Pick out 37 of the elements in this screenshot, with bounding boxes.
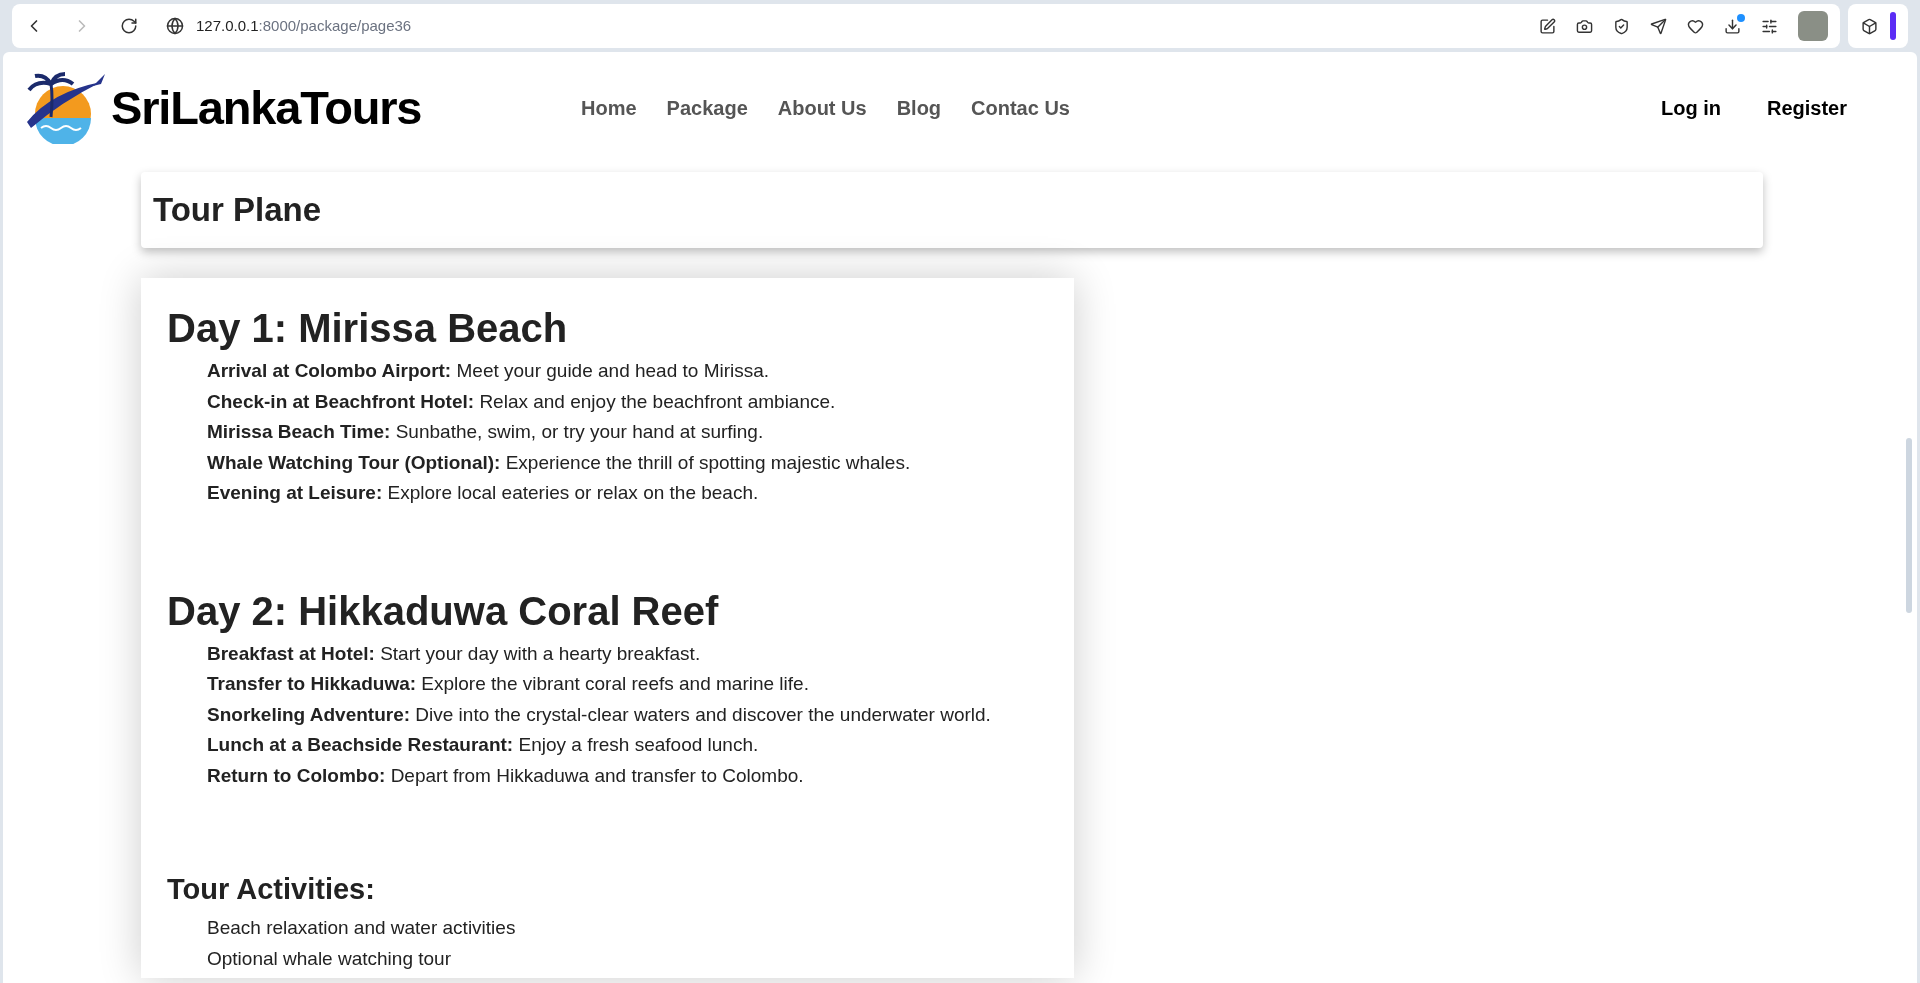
day-heading: Day 1: Mirissa Beach (167, 305, 569, 352)
auth-link[interactable]: Register (1766, 93, 1847, 123)
nav-link[interactable]: Blog (896, 93, 942, 123)
day-heading: Day 2: Hikkaduwa Coral Reef (167, 587, 720, 635)
shield-icon[interactable] (1613, 17, 1630, 35)
list-item: Snorkeling Adventure: Dive into the crystal-clear waters and discover the underwater world. (207, 702, 992, 727)
nav-link[interactable]: Package (666, 93, 748, 123)
list-item: Evening at Leisure: Explore local eateries or relax on the beach. (207, 481, 760, 505)
auth-link[interactable]: Log in (1661, 93, 1721, 123)
site-info-icon[interactable] (166, 17, 184, 35)
list-item: Arrival at Colombo Airport: Meet your guide and head to Mirissa. (207, 359, 771, 383)
list-item: Return to Colombo: Depart from Hikkaduwa and transfer to Colombo. (207, 763, 805, 788)
send-icon[interactable] (1650, 17, 1667, 35)
sliders-icon[interactable] (1761, 17, 1778, 35)
edit-icon[interactable] (1539, 17, 1556, 35)
camera-icon[interactable] (1576, 17, 1593, 35)
list-item: Lunch at a Beachside Restaurant: Enjoy a fresh seafood lunch. (207, 733, 760, 757)
address-bar[interactable]: 127.0.0.1:8000/package/page36 (196, 14, 412, 38)
scrollbar-thumb[interactable] (1906, 438, 1912, 613)
site-logo-text[interactable]: SriLankaTours (111, 72, 422, 144)
sidebar-handle[interactable] (1889, 12, 1896, 40)
list-item: Whale Watching Tour (Optional): Experience the thrill of spotting majestic whales. (207, 450, 912, 475)
nav-link[interactable]: Contac Us (971, 93, 1070, 123)
reload-icon[interactable] (120, 17, 138, 35)
section-heading: Tour Activities: (167, 872, 376, 907)
cube-icon[interactable] (1860, 17, 1878, 35)
nav-link[interactable]: Home (581, 93, 637, 123)
list-item: Breakfast at Hotel: Start your day with a hearty breakfast. (207, 641, 702, 666)
page-title: Tour Plane (153, 190, 322, 231)
heart-icon[interactable] (1687, 17, 1704, 35)
list-item: Optional whale watching tour (207, 946, 452, 971)
nav-link[interactable]: About Us (777, 93, 867, 123)
list-item: Beach relaxation and water activities (207, 916, 517, 940)
list-item: Mirissa Beach Time: Sunbathe, swim, or try your hand at surfing. (207, 420, 765, 444)
list-item: Transfer to Hikkaduwa: Explore the vibrant coral reefs and marine life. (207, 672, 810, 696)
profile-avatar[interactable] (1798, 11, 1828, 41)
list-item: Check-in at Beachfront Hotel: Relax and enjoy the beachfront ambiance. (207, 389, 837, 414)
